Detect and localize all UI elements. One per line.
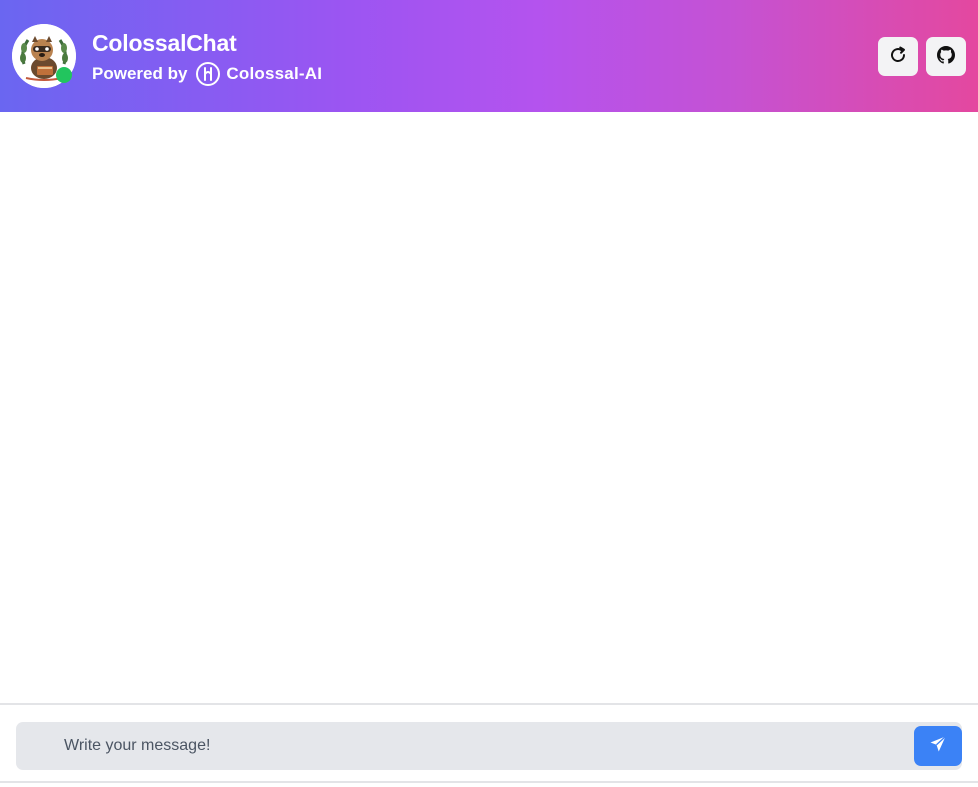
brand-name: Colossal-AI [226,64,323,83]
chat-header: ColossalChat Powered by Colossal-AI [0,0,978,112]
powered-by: Powered by Colossal-AI [92,62,322,86]
github-button[interactable] [926,37,966,76]
refresh-icon [889,46,907,68]
app-title: ColossalChat [92,30,237,56]
paper-plane-icon [929,735,947,757]
bot-avatar [12,24,76,88]
powered-by-label: Powered by [92,64,188,83]
message-composer [0,703,978,783]
refresh-button[interactable] [878,37,918,76]
online-status-dot [56,67,72,83]
message-input-box [16,722,962,770]
message-input[interactable] [16,722,912,770]
colossal-ai-logo-icon [196,62,221,86]
github-icon [937,45,955,68]
message-area [0,112,978,704]
send-button[interactable] [914,726,962,766]
